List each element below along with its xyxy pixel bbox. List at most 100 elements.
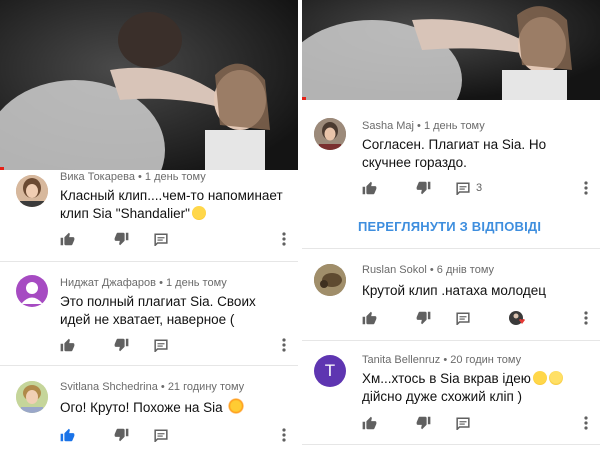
reply-button[interactable]	[154, 230, 168, 248]
reply-button[interactable]	[154, 336, 168, 354]
comment-author[interactable]: Вика Токарева	[60, 171, 135, 183]
user-photo-avatar[interactable]	[314, 264, 346, 296]
divider	[302, 444, 600, 445]
comment-meta: Ruslan Sokol • 6 днів тому	[362, 264, 495, 276]
like-button[interactable]	[362, 414, 377, 432]
more-options-button[interactable]	[282, 336, 286, 354]
comment-text: Это полный плагиат Sia. Своих идей не хв…	[60, 293, 290, 329]
comment-author[interactable]: Tanita Bellenruz	[362, 354, 440, 366]
user-photo-avatar[interactable]	[16, 175, 48, 207]
dislike-button[interactable]	[114, 426, 129, 444]
sun-emoji	[228, 398, 245, 414]
comment-text-line: Это полный плагиат Sia. Своих	[60, 294, 256, 309]
thumbs-down-icon	[416, 311, 431, 325]
comment-time[interactable]: 6 днів тому	[437, 264, 494, 276]
show-replies-button[interactable]: ПЕРЕГЛЯНУТИ З ВІДПОВІДІ	[358, 219, 541, 234]
user-photo-avatar[interactable]	[16, 381, 48, 413]
reply-button[interactable]	[456, 309, 470, 327]
comment-author[interactable]: Sasha Maj	[362, 120, 414, 132]
like-button[interactable]	[362, 309, 377, 327]
dislike-button[interactable]	[114, 336, 129, 354]
comment-text-line: клип Sia "Shandalier"	[60, 206, 190, 221]
thumbs-up-icon	[60, 428, 75, 442]
creator-heart-icon	[509, 311, 525, 325]
comment-time[interactable]: 20 годин тому	[450, 354, 521, 366]
comment-actions	[362, 309, 600, 327]
reply-comment-icon	[154, 428, 168, 442]
thumbs-up-icon	[362, 416, 377, 430]
comment-meta: Svitlana Shchedrina • 21 годину тому	[60, 381, 245, 393]
kebab-menu-icon	[282, 232, 286, 246]
comment-actions	[60, 336, 298, 354]
video-player[interactable]	[0, 0, 298, 170]
comment-text-line: Ого! Круто! Похоже на Sia	[60, 400, 223, 415]
video-frame	[0, 0, 298, 170]
reply-comment-icon	[456, 311, 470, 325]
thumbs-up-icon	[362, 181, 377, 195]
more-options-button[interactable]	[584, 179, 588, 197]
reply-comment-icon	[456, 181, 470, 195]
avatar-letter: T	[324, 361, 336, 380]
video-progress-bar[interactable]	[302, 97, 306, 100]
laughing-emoji	[532, 371, 547, 385]
comment-text: Класный клип....чем-то напоминает клип S…	[60, 187, 290, 223]
more-options-button[interactable]	[282, 426, 286, 444]
video-frame	[302, 0, 600, 100]
dislike-button[interactable]	[416, 414, 431, 432]
like-button[interactable]	[60, 230, 75, 248]
comment-text: Ого! Круто! Похоже на Sia	[60, 398, 290, 417]
comment-text-line: Крутой клип .натаха молодец	[362, 283, 547, 298]
creator-heart-badge	[508, 309, 526, 327]
user-photo-avatar[interactable]	[314, 118, 346, 150]
like-button[interactable]	[60, 336, 75, 354]
comment-time[interactable]: 1 день тому	[424, 120, 485, 132]
comment-author[interactable]: Ниджат Джафаров	[60, 277, 156, 289]
more-options-button[interactable]	[282, 230, 286, 248]
default-person-avatar[interactable]	[16, 275, 48, 307]
reply-count: 3	[476, 182, 483, 194]
divider	[0, 261, 298, 262]
comment-time[interactable]: 1 день тому	[145, 171, 206, 183]
comment-text-line: Хм...хтось в Sia вкрав ідею	[362, 371, 531, 386]
comment-author[interactable]: Ruslan Sokol	[362, 264, 427, 276]
divider	[0, 365, 298, 366]
thumbs-down-icon	[416, 181, 431, 195]
reply-comment-icon	[154, 338, 168, 352]
comment-author[interactable]: Svitlana Shchedrina	[60, 381, 158, 393]
dislike-button[interactable]	[416, 309, 431, 327]
like-button[interactable]	[60, 426, 75, 444]
right-comments-panel: Sasha Maj • 1 день тому Согласен. Плагиа…	[302, 0, 600, 450]
smiling-face-emoji	[191, 206, 206, 220]
left-comments-panel: Вика Токарева • 1 день тому Класный клип…	[0, 0, 298, 450]
thumbs-up-icon	[60, 338, 75, 352]
kebab-menu-icon	[282, 428, 286, 442]
thumbs-down-icon	[114, 232, 129, 246]
reply-comment-icon	[456, 416, 470, 430]
kebab-menu-icon	[584, 311, 588, 325]
more-options-button[interactable]	[584, 309, 588, 327]
kebab-menu-icon	[584, 181, 588, 195]
comment-meta: Вика Токарева • 1 день тому	[60, 171, 206, 183]
comment-actions: 3	[362, 179, 600, 197]
divider	[302, 248, 600, 249]
divider	[302, 340, 600, 341]
thumbs-down-icon	[416, 416, 431, 430]
more-options-button[interactable]	[584, 414, 588, 432]
dislike-button[interactable]	[114, 230, 129, 248]
comment-time[interactable]: 1 день тому	[166, 277, 227, 289]
thumbs-down-icon	[114, 338, 129, 352]
letter-avatar[interactable]: T	[314, 355, 346, 387]
like-button[interactable]	[362, 179, 377, 197]
comment-meta: Ниджат Джафаров • 1 день тому	[60, 277, 227, 289]
comment-time[interactable]: 21 годину тому	[168, 381, 244, 393]
comment-text: Согласен. Плагиат на Sia. Но скучнее гор…	[362, 136, 592, 172]
reply-button[interactable]	[456, 414, 470, 432]
comment-text-line: Согласен. Плагиат на Sia. Но	[362, 137, 547, 152]
comment-text: Крутой клип .натаха молодец	[362, 282, 592, 300]
dislike-button[interactable]	[416, 179, 431, 197]
video-progress-bar[interactable]	[0, 167, 4, 170]
reply-button[interactable]: 3	[456, 179, 482, 197]
kebab-menu-icon	[282, 338, 286, 352]
reply-button[interactable]	[154, 426, 168, 444]
video-player[interactable]	[302, 0, 600, 100]
